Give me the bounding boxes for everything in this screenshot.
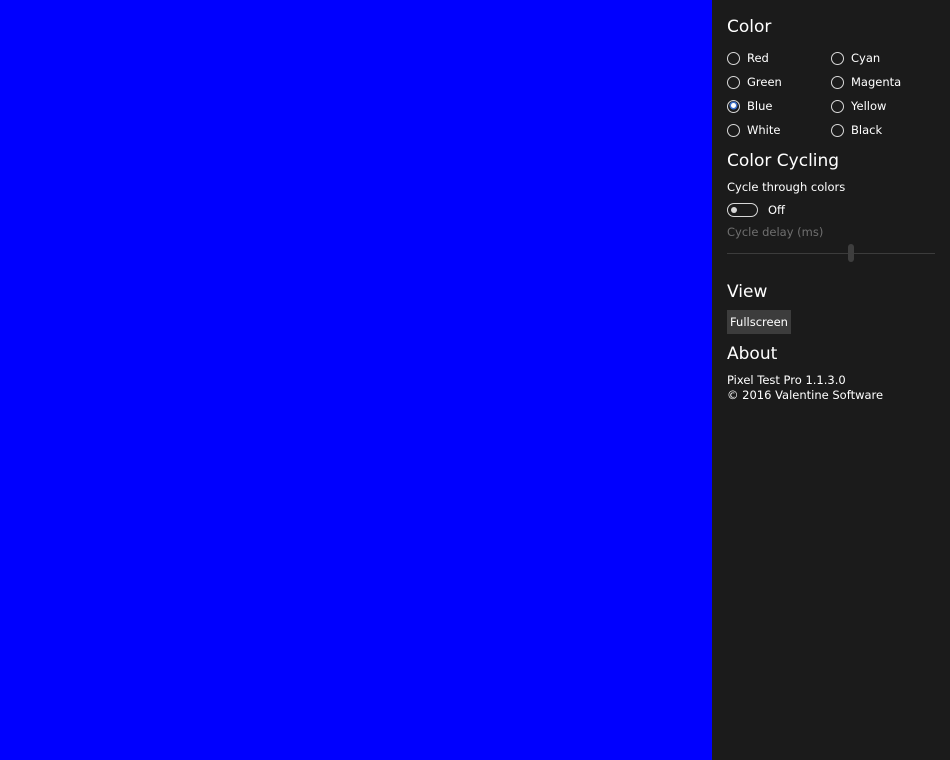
radio-circle [831,99,844,113]
radio-label: Cyan [851,51,881,65]
cycle-through-colors-label: Cycle through colors [727,180,846,194]
app-version-text: Pixel Test Pro 1.1.3.0 [727,373,846,387]
radio-cyan[interactable]: Cyan [831,48,880,68]
radio-circle [831,75,844,89]
radio-label: Magenta [851,75,902,89]
radio-label: Green [747,75,782,89]
radio-label: Black [851,123,883,137]
radio-circle [831,51,844,65]
radio-white[interactable]: White [727,120,780,140]
cycle-delay-slider[interactable] [727,244,935,262]
fullscreen-button[interactable]: Fullscreen [727,310,791,334]
radio-magenta[interactable]: Magenta [831,72,901,92]
toggle-knob [731,206,737,213]
about-heading: About [727,344,778,364]
radio-red[interactable]: Red [727,48,769,68]
toggle-state-label: Off [768,203,785,217]
cycle-delay-label: Cycle delay (ms) [727,225,824,239]
radio-label: Blue [747,99,773,113]
radio-circle [727,99,740,113]
copyright-text: © 2016 Valentine Software [727,388,884,402]
color-cycling-heading: Color Cycling [727,151,840,171]
cycle-toggle-switch[interactable] [727,203,758,217]
radio-blue[interactable]: Blue [727,96,772,116]
cycle-toggle-row: Off [727,201,785,219]
radio-yellow[interactable]: Yellow [831,96,886,116]
radio-label: White [747,123,781,137]
settings-panel: Color Red Green Blue White Cyan Magenta … [712,0,950,760]
radio-label: Yellow [851,99,887,113]
radio-green[interactable]: Green [727,72,782,92]
radio-black[interactable]: Black [831,120,882,140]
radio-circle [831,123,844,137]
slider-thumb[interactable] [848,244,854,262]
radio-circle [727,75,740,89]
radio-circle [727,123,740,137]
color-heading: Color [727,17,772,37]
radio-circle [727,51,740,65]
radio-label: Red [747,51,769,65]
view-heading: View [727,282,768,302]
color-canvas [0,0,712,760]
slider-track [727,252,935,254]
